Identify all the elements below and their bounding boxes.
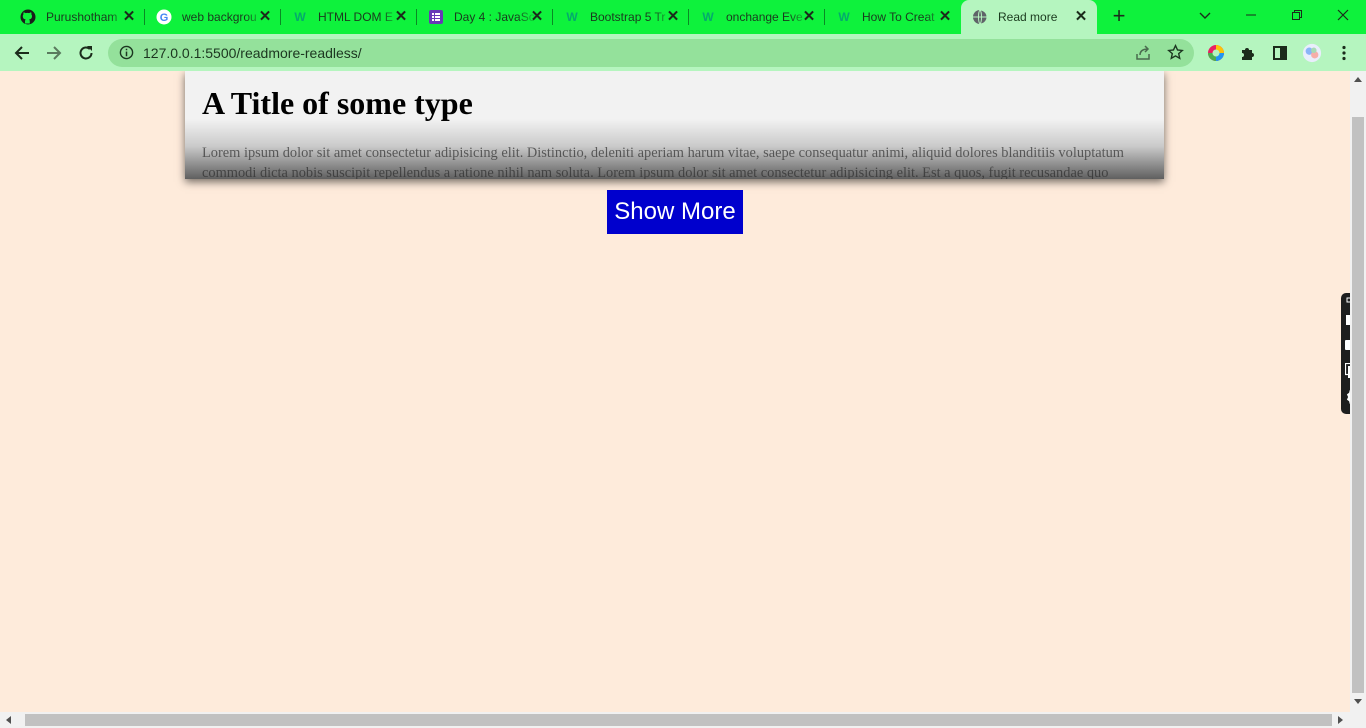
w3schools-icon: W <box>700 9 716 25</box>
tab-title: How To Creat <box>862 10 935 24</box>
tab-title: Purushotham <box>46 10 118 24</box>
horizontal-scrollbar-thumb[interactable] <box>25 714 1332 726</box>
tab-html-dom[interactable]: W HTML DOM E ✕ <box>281 0 417 34</box>
address-bar[interactable]: 127.0.0.1:5500/readmore-readless/ <box>108 39 1194 67</box>
close-icon[interactable]: ✕ <box>529 9 545 25</box>
tab-title: web backgrou <box>182 10 257 24</box>
tab-read-more[interactable]: Read more ✕ <box>961 0 1097 34</box>
browser-toolbar: 127.0.0.1:5500/readmore-readless/ <box>0 34 1366 71</box>
tab-strip: Purushotham ✕ G web backgrou ✕ W HTML DO… <box>0 0 1366 34</box>
tab-title: HTML DOM E <box>318 10 393 24</box>
read-more-card: A Title of some type Lorem ipsum dolor s… <box>185 71 1164 179</box>
tab-how-to[interactable]: W How To Creat ✕ <box>825 0 961 34</box>
show-more-button[interactable]: Show More <box>607 190 743 234</box>
svg-text:W: W <box>702 10 714 24</box>
menu-kebab-icon[interactable] <box>1334 43 1354 63</box>
tab-search-icon[interactable] <box>1182 0 1228 30</box>
tab-title: onchange Eve <box>726 10 803 24</box>
card-title: A Title of some type <box>202 85 473 121</box>
tab-onchange[interactable]: W onchange Eve ✕ <box>689 0 825 34</box>
close-icon[interactable]: ✕ <box>393 9 409 25</box>
minimize-icon[interactable] <box>1228 0 1274 30</box>
close-window-icon[interactable] <box>1320 0 1366 30</box>
w3schools-icon: W <box>564 9 580 25</box>
tab-title: Day 4 : JavaSc <box>454 10 535 24</box>
w3schools-icon: W <box>836 9 852 25</box>
w3schools-icon: W <box>292 9 308 25</box>
globe-icon <box>972 9 988 25</box>
avatar[interactable] <box>1302 43 1322 63</box>
back-icon[interactable] <box>9 40 35 66</box>
site-info-icon[interactable] <box>119 45 134 65</box>
forward-icon[interactable] <box>41 40 67 66</box>
close-icon[interactable]: ✕ <box>937 9 953 25</box>
page-viewport: A Title of some type Lorem ipsum dolor s… <box>0 71 1350 712</box>
tab-day4[interactable]: Day 4 : JavaSc ✕ <box>417 0 553 34</box>
scroll-down-arrow-icon[interactable] <box>1354 699 1362 704</box>
side-panel-icon[interactable] <box>1270 43 1290 63</box>
google-icon: G <box>156 9 172 25</box>
scroll-up-arrow-icon[interactable] <box>1354 77 1362 82</box>
tab-title: Bootstrap 5 Tr <box>590 10 666 24</box>
vertical-scrollbar-thumb[interactable] <box>1352 117 1364 693</box>
close-icon[interactable]: ✕ <box>665 9 681 25</box>
bookmark-star-icon[interactable] <box>1167 43 1184 66</box>
url-text[interactable]: 127.0.0.1:5500/readmore-readless/ <box>143 45 362 61</box>
scroll-left-arrow-icon[interactable] <box>6 716 11 724</box>
tab-bootstrap[interactable]: W Bootstrap 5 Tr ✕ <box>553 0 689 34</box>
close-icon[interactable]: ✕ <box>121 9 137 25</box>
svg-text:W: W <box>838 10 850 24</box>
restore-icon[interactable] <box>1274 0 1320 30</box>
svg-text:W: W <box>566 10 578 24</box>
tab-google[interactable]: G web backgrou ✕ <box>145 0 281 34</box>
tab-title: Read more <box>998 10 1058 24</box>
color-extension-icon[interactable] <box>1206 43 1226 63</box>
close-icon[interactable]: ✕ <box>801 9 817 25</box>
svg-text:G: G <box>160 12 169 24</box>
close-icon[interactable]: ✕ <box>257 9 273 25</box>
new-tab-button[interactable]: + <box>1107 5 1131 29</box>
github-icon <box>20 9 36 25</box>
reload-icon[interactable] <box>73 40 99 66</box>
share-icon[interactable] <box>1135 45 1151 66</box>
tab-github[interactable]: Purushotham ✕ <box>0 0 145 34</box>
form-icon <box>428 9 444 25</box>
extensions-puzzle-icon[interactable] <box>1238 43 1258 63</box>
scroll-right-arrow-icon[interactable] <box>1338 716 1343 724</box>
svg-text:W: W <box>294 10 306 24</box>
close-icon[interactable]: ✕ <box>1073 9 1089 25</box>
card-body-text: Lorem ipsum dolor sit amet consectetur a… <box>202 145 1124 179</box>
